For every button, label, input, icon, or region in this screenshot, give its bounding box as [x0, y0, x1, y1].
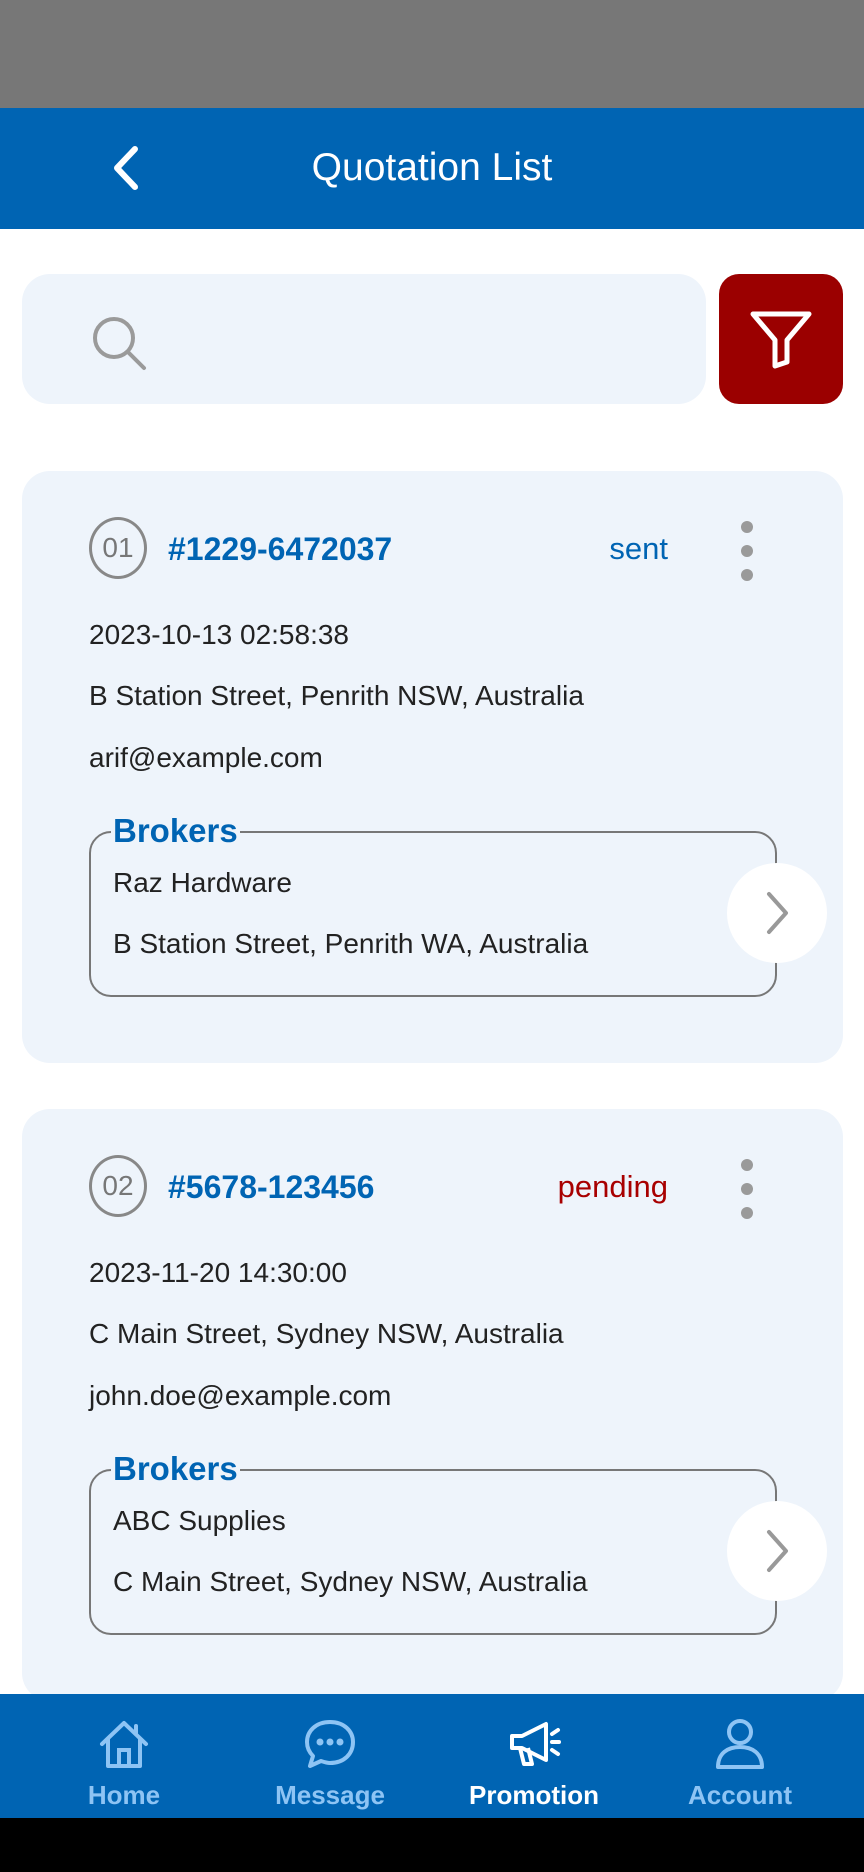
chevron-right-icon: [767, 892, 788, 934]
nav-label-home: Home: [87, 1780, 161, 1810]
more-options-button[interactable]: [732, 521, 762, 581]
chevron-right-icon: [767, 1530, 788, 1572]
search-icon: [93, 317, 146, 370]
nav-label-message: Message: [275, 1780, 385, 1810]
quotation-datetime: 2023-10-13 02:58:38: [89, 619, 349, 650]
brokers-label: Brokers: [111, 811, 240, 851]
nav-label-account: Account: [688, 1780, 792, 1810]
more-vertical-icon: [741, 1159, 753, 1171]
chat-icon: [305, 1720, 355, 1768]
status-bar: [0, 0, 864, 108]
broker-address: B Station Street, Penrith WA, Australia: [113, 928, 589, 959]
nav-item-message[interactable]: Message: [222, 1694, 438, 1818]
quotation-email: john.doe@example.com: [89, 1380, 392, 1411]
user-icon: [716, 1719, 764, 1769]
quotation-email: arif@example.com: [89, 742, 323, 773]
filter-button[interactable]: [719, 274, 843, 404]
more-options-button[interactable]: [732, 1159, 762, 1219]
brokers-box: Brokers ABC Supplies C Main Street, Sydn…: [89, 1449, 777, 1635]
broker-name: Raz Hardware: [113, 867, 292, 898]
quotation-id[interactable]: #5678-123456: [168, 1169, 374, 1206]
nav-item-account[interactable]: Account: [632, 1694, 848, 1818]
search-bar[interactable]: [22, 274, 706, 404]
search-input[interactable]: [162, 304, 682, 374]
nav-item-home[interactable]: Home: [16, 1694, 232, 1818]
broker-name: ABC Supplies: [113, 1505, 286, 1536]
quotation-card[interactable]: 02 #5678-123456 pending 2023-11-20 14:30…: [22, 1109, 843, 1701]
filter-icon: [750, 311, 812, 369]
quotation-datetime: 2023-11-20 14:30:00: [89, 1257, 347, 1288]
quotation-card[interactable]: 01 #1229-6472037 sent 2023-10-13 02:58:3…: [22, 471, 843, 1063]
nav-item-promotion[interactable]: Promotion: [426, 1694, 642, 1818]
status-badge: sent: [609, 531, 668, 566]
broker-address: C Main Street, Sydney NSW, Australia: [113, 1566, 588, 1597]
app-header: Quotation List: [0, 108, 864, 229]
quotation-id[interactable]: #1229-6472037: [168, 531, 392, 568]
bottom-nav: Home Message Promotion Account: [0, 1694, 864, 1818]
megaphone-icon: [510, 1722, 561, 1766]
quotation-number-badge: 01: [89, 517, 147, 579]
open-quotation-button[interactable]: [727, 1501, 827, 1601]
quotation-address: B Station Street, Penrith NSW, Australia: [89, 680, 584, 711]
open-quotation-button[interactable]: [727, 863, 827, 963]
page-title: Quotation List: [311, 146, 553, 189]
more-vertical-icon: [741, 521, 753, 533]
system-navigation-bar: [0, 1818, 864, 1872]
quotation-number-badge: 02: [89, 1155, 147, 1217]
brokers-label: Brokers: [111, 1449, 240, 1489]
home-icon: [100, 1721, 148, 1768]
status-badge: pending: [557, 1169, 668, 1204]
nav-label-promotion: Promotion: [469, 1780, 599, 1810]
brokers-box: Brokers Raz Hardware B Station Street, P…: [89, 811, 777, 997]
quotation-address: C Main Street, Sydney NSW, Australia: [89, 1318, 564, 1349]
